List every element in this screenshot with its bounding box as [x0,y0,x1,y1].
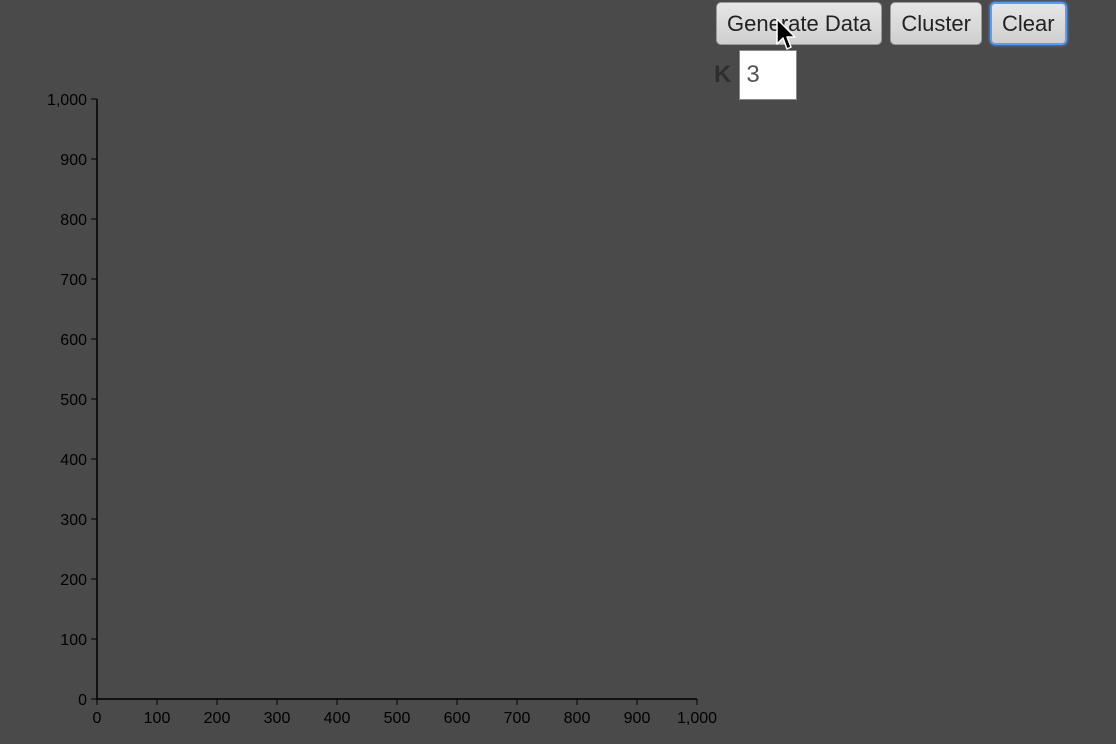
x-tick-label: 1,000 [677,710,717,727]
y-tick-label: 500 [60,392,87,409]
x-tick-label: 300 [264,710,291,727]
x-tick-label: 700 [504,710,531,727]
x-tick-label: 600 [444,710,471,727]
x-tick-label: 900 [624,710,651,727]
x-tick-label: 400 [324,710,351,727]
y-tick-label: 200 [60,572,87,589]
x-tick-label: 100 [144,710,171,727]
y-tick-label: 1,000 [47,92,87,109]
x-tick-label: 0 [93,710,102,727]
y-tick-label: 300 [60,512,87,529]
y-axis: 0 100 200 300 400 500 600 700 800 900 1,000 [47,92,98,709]
x-tick-label: 200 [204,710,231,727]
y-tick-label: 0 [78,692,87,709]
y-tick-label: 600 [60,332,87,349]
app-stage: Generate Data Cluster Clear K 0100200300… [0,0,1116,744]
y-tick-label: 700 [60,272,87,289]
x-tick-label: 500 [384,710,411,727]
y-tick-label: 100 [60,632,87,649]
scatter-plot[interactable]: 0 100 200 300 400 500 600 700 800 900 1,000 0 100 20… [0,0,1116,744]
x-tick-label: 800 [564,710,591,727]
y-tick-label: 400 [60,452,87,469]
x-axis: 0 100 200 300 400 500 600 700 800 900 1,000 [93,698,717,727]
y-tick-label: 800 [60,212,87,229]
y-tick-label: 900 [60,152,87,169]
